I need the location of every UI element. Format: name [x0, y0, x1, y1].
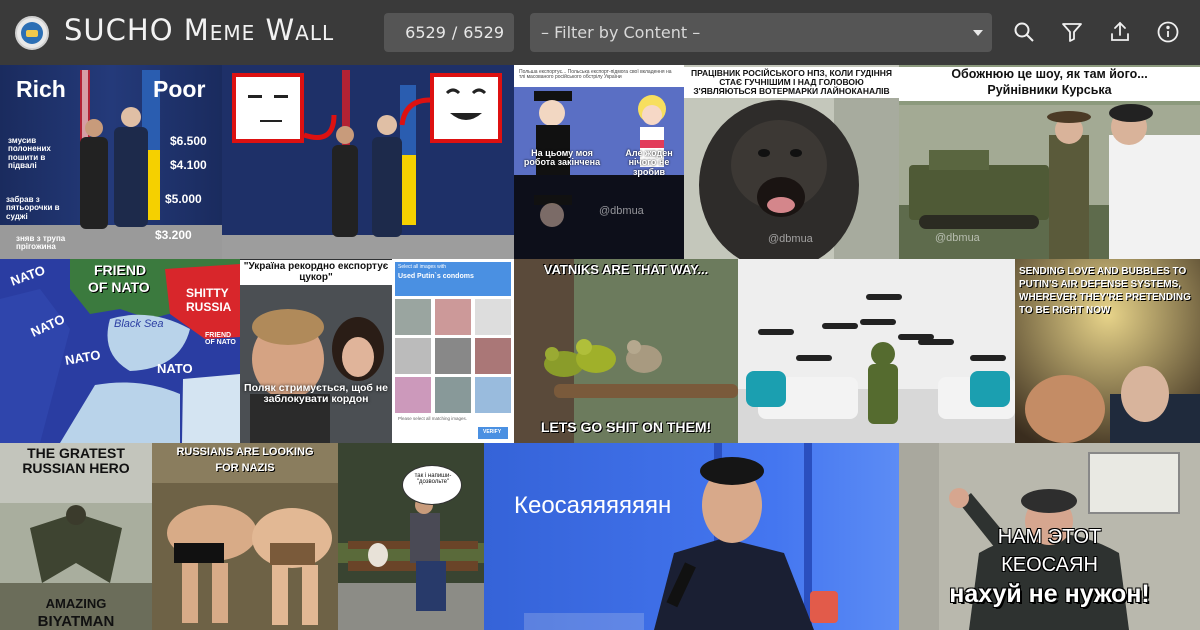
meme-tile-rich-poor[interactable]: Rich Poor змусив полонених пошити в підв… [0, 65, 222, 259]
meme-tile-keosayan-woman[interactable]: НАМ ЭТОТ КЕОСАЯН нахуй не нужон! [899, 443, 1200, 630]
label-2: забрав з пятьорочки в суджі [6, 195, 60, 221]
caption-rich: Rich [16, 76, 66, 102]
news-header-text: Польша експортує... Польська експорт-під… [519, 69, 672, 81]
caption: Кеосаяяяяяян [514, 492, 672, 519]
meme-image [738, 259, 1015, 443]
price-4: $3.200 [155, 228, 192, 242]
meme-tile-bench[interactable]: так і напиши-"дозвольте" [338, 443, 484, 630]
caption-line-2: FOR NAZIS [215, 462, 275, 474]
meme-tile-drones[interactable] [738, 259, 1015, 443]
filter-placeholder: – Filter by Content – [541, 23, 701, 42]
logo-emblem-icon [21, 22, 43, 44]
label-black-sea: Black Sea [114, 318, 164, 330]
caption-bottom-2: BIYATMAN [37, 613, 115, 630]
label-russia: RUSSIA [186, 300, 232, 314]
counter-total: 6529 [463, 23, 504, 42]
price-2: $4.100 [170, 158, 207, 172]
caption-left: На цьому моя робота закінчена [523, 148, 601, 168]
upload-icon[interactable] [1108, 20, 1132, 44]
caption-bottom: Поляк стримується, щоб не заблокувати ко… [244, 382, 388, 406]
watermark: @dbmua [599, 205, 644, 217]
label-of-nato: OF NATO [88, 279, 150, 295]
meme-image [222, 65, 514, 259]
captcha-footer: Please select all matching images. [398, 416, 468, 421]
meme-image [484, 443, 899, 630]
label-shitty: SHITTY [186, 286, 229, 300]
meme-tile-sugar-export[interactable]: "Україна рекордно експортує цукор" Поляк… [240, 259, 392, 443]
meme-tile-sailor-moon[interactable]: Польша експортує... Польська експорт-під… [514, 65, 684, 259]
caption-line-2: Руйнівники Курська [899, 82, 1200, 102]
label-3: зняв з трупа прігожина [16, 234, 66, 252]
meme-tile-gorilla[interactable]: ПРАЦІВНИК РОСІЙСЬКОГО НПЗ, КОЛИ ГУДІННЯ … [684, 65, 899, 259]
captcha-header-small: Select all images with [398, 264, 447, 270]
caption-top: THE GRATEST RUSSIAN HERO [22, 445, 130, 476]
label-nato-4: NATO [157, 361, 193, 376]
app-title: SUCHO Meme Wall [64, 13, 335, 47]
counter-separator: / [451, 23, 458, 42]
price-3: $5.000 [165, 192, 202, 206]
sucho-logo[interactable] [15, 16, 49, 50]
counter-current: 6529 [405, 23, 446, 42]
caption-line-1: НАМ ЭТОТ [997, 526, 1102, 548]
caption-line-1: Обожнюю це шоу, як там його... [899, 67, 1200, 83]
caption-right: Але жоден нічого не зробив [625, 148, 673, 177]
caption-top: VATNIKS ARE THAT WAY... [543, 262, 709, 277]
meme-tile-kursk[interactable]: Обожнюю це шоу, як там його... Руйнівник… [899, 65, 1200, 259]
meme-tile-biyatman[interactable]: THE GRATEST RUSSIAN HERO AMAZING BIYATMA… [0, 443, 152, 630]
watermark: @dbmua [768, 233, 813, 245]
content-filter-select[interactable]: – Filter by Content – [530, 13, 992, 52]
meme-tile-nato-map[interactable]: FRIEND OF NATO SHITTY RUSSIA FRIEND OF N… [0, 259, 240, 443]
caption-bottom-1: AMAZING [45, 596, 107, 611]
top-bar: SUCHO Meme Wall 6529 / 6529 – Filter by … [0, 0, 1200, 65]
meme-image [240, 259, 392, 443]
caption-bottom: LETS GO SHIT ON THEM! [540, 419, 712, 435]
caption: SENDING LOVE AND BUBBLES TO PUTIN'S AIR … [1019, 266, 1191, 316]
search-icon[interactable] [1012, 20, 1036, 44]
watermark: @dbmua [935, 232, 980, 244]
captcha-header-main: Used Putin`s condoms [398, 273, 474, 280]
meme-tile-vatniks[interactable]: VATNIKS ARE THAT WAY... LETS GO SHIT ON … [514, 259, 738, 443]
label-friend-small: FRIEND OF NATO [205, 332, 236, 347]
caption-line-1: RUSSIANS ARE LOOKING [176, 446, 314, 458]
caption-line-3: нахуй не нужон! [949, 580, 1150, 608]
meme-tile-love-bubbles[interactable]: SENDING LOVE AND BUBBLES TO PUTIN'S AIR … [1015, 259, 1200, 443]
meme-tile-keosayan-singer[interactable]: Кеосаяяяяяян [484, 443, 899, 630]
price-1: $6.500 [170, 134, 207, 148]
filter-icon[interactable] [1060, 20, 1084, 44]
speech-text: так і напиши-"дозвольте" [414, 473, 452, 486]
meme-counter[interactable]: 6529 / 6529 [384, 13, 514, 52]
info-icon[interactable] [1156, 20, 1180, 44]
label-1: змусив полонених пошити в підвалі [8, 136, 51, 171]
captcha-verify-button: VERIFY [483, 429, 502, 435]
meme-tile-captcha[interactable]: Select all images with Used Putin`s cond… [392, 259, 514, 443]
meme-tile-roblox-faces[interactable] [222, 65, 514, 259]
chevron-down-icon [973, 30, 983, 36]
meme-tile-looking-for-nazis[interactable]: RUSSIANS ARE LOOKING FOR NAZIS [152, 443, 338, 630]
caption-poor: Poor [153, 76, 206, 102]
caption-top: "Україна рекордно експортує цукор" [240, 260, 392, 285]
meme-image [514, 259, 738, 443]
caption: ПРАЦІВНИК РОСІЙСЬКОГО НПЗ, КОЛИ ГУДІННЯ … [684, 67, 899, 98]
caption-line-2: КЕОСАЯН [1001, 554, 1098, 576]
label-friend: FRIEND [94, 262, 147, 278]
